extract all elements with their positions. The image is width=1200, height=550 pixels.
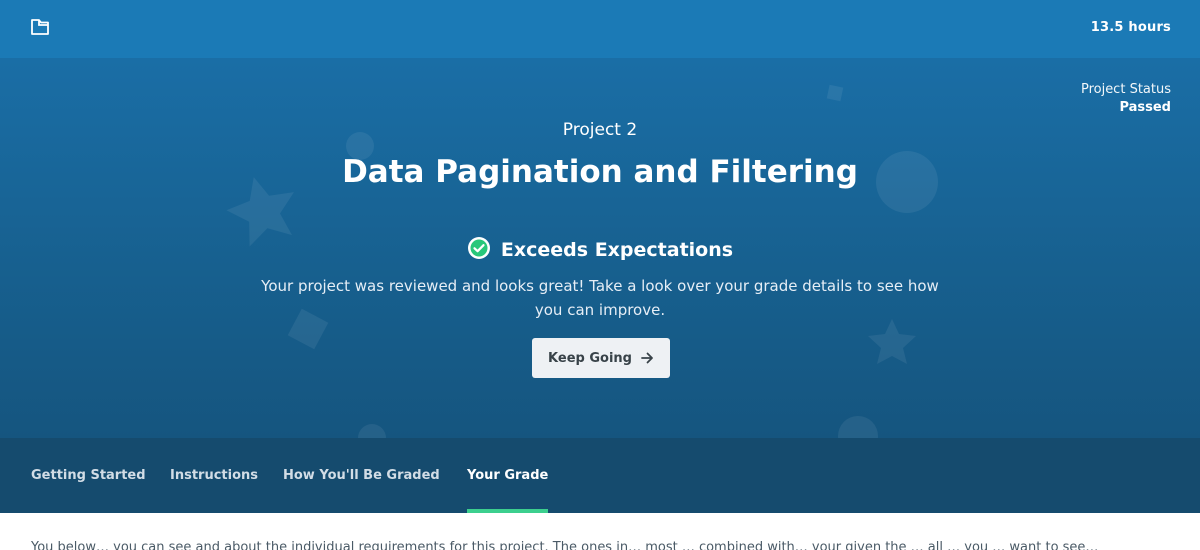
tab-your-grade[interactable]: Your Grade — [467, 438, 549, 513]
keep-going-button[interactable]: Keep Going — [532, 338, 670, 378]
check-circle-icon — [467, 237, 490, 259]
grade-content: You below… you can see and about the ind… — [0, 513, 1200, 550]
grade-description: Your project was reviewed and looks grea… — [261, 277, 939, 319]
project-number: Project 2 — [562, 120, 638, 140]
project-tabs: Getting Started Instructions How You'll … — [0, 438, 1200, 513]
project-hero: Project Status Passed Project 2 Data Pag… — [0, 58, 1200, 438]
project-status-label: Project Status — [1080, 82, 1171, 97]
keep-going-label: Keep Going — [548, 350, 632, 366]
arrow-right-icon — [641, 352, 653, 364]
grade-intro-text: You below… you can see and about the ind… — [31, 540, 1099, 550]
tab-how-youll-be-graded[interactable]: How You'll Be Graded — [283, 438, 440, 513]
hours-estimate: 13.5 hours — [1090, 20, 1171, 35]
top-bar: 13.5 hours — [0, 0, 1200, 58]
grade-result: Exceeds Expectations — [0, 236, 1200, 261]
tab-instructions[interactable]: Instructions — [170, 438, 258, 513]
project-status-value: Passed — [1119, 100, 1171, 115]
project-status: Project Status Passed — [1081, 82, 1171, 115]
grade-label: Exceeds Expectations — [500, 239, 734, 261]
tab-getting-started[interactable]: Getting Started — [31, 438, 146, 513]
page-title: Data Pagination and Filtering — [342, 154, 858, 190]
folder-icon[interactable] — [30, 17, 50, 37]
